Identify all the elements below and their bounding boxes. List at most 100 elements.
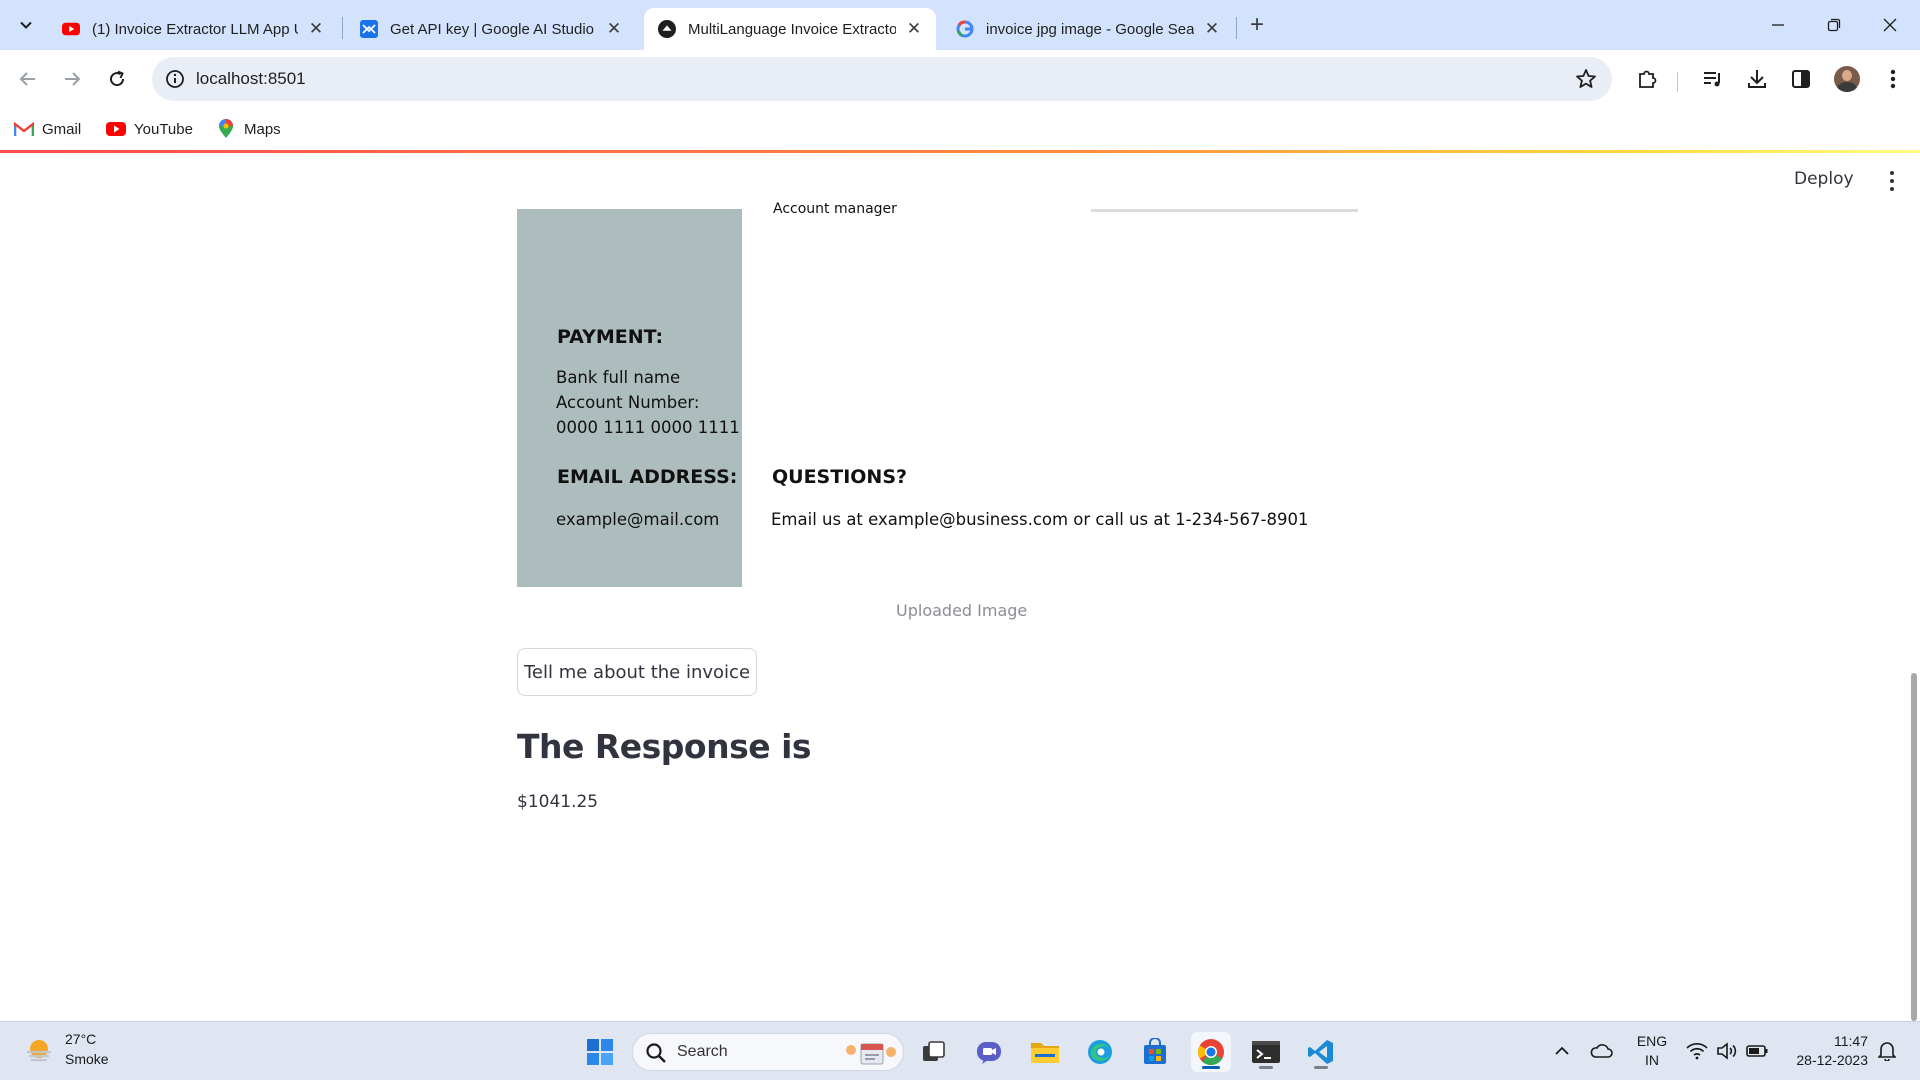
email-value: example@mail.com [556,510,720,529]
tab-title: invoice jpg image - Google Sea [986,20,1194,38]
side-panel-icon [1792,70,1810,88]
system-clock[interactable]: 11:47 28-12-2023 [1778,1032,1868,1070]
chevron-up-icon [1555,1046,1569,1055]
arrow-left-icon [19,72,35,86]
battery-button[interactable] [1744,1036,1770,1066]
weather-temperature[interactable]: 27°C [65,1031,96,1047]
wifi-icon [1686,1042,1708,1060]
chrome-menu-button[interactable] [1880,66,1906,92]
tab-ai-studio[interactable]: Get API key | Google AI Studio ✕ [346,8,636,50]
address-bar[interactable]: localhost:8501 [152,57,1612,101]
close-icon[interactable]: ✕ [904,19,924,39]
main-menu-button[interactable] [1882,169,1902,193]
back-button[interactable] [12,63,44,95]
bookmark-youtube[interactable]: YouTube [106,117,193,141]
reload-button[interactable] [101,63,133,95]
speaker-icon [1717,1042,1737,1060]
tab-title: Get API key | Google AI Studio [390,20,595,38]
tell-me-about-invoice-button[interactable]: Tell me about the invoice [517,648,757,696]
side-panel-button[interactable] [1788,66,1814,92]
uploaded-invoice-image: Account manager PAYMENT: Bank full name … [517,201,1358,587]
teams-chat-button[interactable] [969,1032,1009,1072]
start-button[interactable] [580,1032,620,1072]
close-window-button[interactable] [1876,12,1904,38]
teams-chat-icon [977,1042,1001,1064]
toolbar-divider [1677,72,1678,92]
profile-avatar[interactable] [1834,66,1860,92]
edge-icon [1088,1040,1112,1064]
input-language-indicator[interactable]: ENG IN [1636,1032,1668,1070]
page-scrollbar-thumb[interactable] [1911,673,1917,1021]
new-tab-button[interactable]: + [1244,13,1270,39]
running-indicator [1314,1066,1328,1069]
wifi-button[interactable] [1684,1036,1710,1066]
tab-google-search[interactable]: invoice jpg image - Google Sea ✕ [942,8,1234,50]
weather-description[interactable]: Smoke [65,1051,109,1067]
tab-strip: (1) Invoice Extractor LLM App U ✕ Get AP… [0,0,1920,50]
payment-line-number: 0000 1111 0000 1111 [556,418,740,437]
gmail-icon [14,119,34,139]
google-icon [956,20,974,38]
extensions-button[interactable] [1634,66,1660,92]
streamlit-icon [658,20,676,38]
puzzle-icon [1639,70,1657,88]
terminal-button[interactable] [1246,1032,1286,1072]
ai-studio-icon [360,20,378,38]
downloads-button[interactable] [1744,66,1770,92]
task-view-icon [923,1041,945,1061]
bookmark-label: Maps [244,120,281,138]
task-view-button[interactable] [914,1032,954,1072]
weather-sun-haze-icon[interactable] [24,1036,54,1066]
chrome-icon [1197,1039,1224,1066]
chrome-button[interactable] [1191,1032,1231,1072]
vscode-icon [1308,1040,1333,1064]
onedrive-button[interactable] [1588,1036,1614,1066]
taskbar-search[interactable]: Search [632,1033,904,1071]
file-explorer-button[interactable] [1025,1032,1065,1072]
tab-separator [1236,17,1237,39]
media-control-button[interactable] [1700,66,1726,92]
invoice-rule [1091,209,1358,212]
star-icon[interactable] [1574,67,1598,91]
edge-button[interactable] [1080,1032,1120,1072]
tab-title: (1) Invoice Extractor LLM App U [92,20,298,38]
streamlit-app: Deploy Account manager PAYMENT: Bank ful… [0,153,1920,1021]
response-value: $1041.25 [517,792,599,812]
region-code: IN [1645,1052,1659,1068]
vscode-button[interactable] [1301,1032,1341,1072]
more-vert-icon [1890,69,1896,89]
youtube-icon [106,119,126,139]
tab-youtube[interactable]: (1) Invoice Extractor LLM App U ✕ [48,8,338,50]
menu-dot [1890,187,1894,191]
close-icon[interactable]: ✕ [306,19,326,39]
youtube-icon [62,20,80,38]
bookmarks-bar: Gmail YouTube Maps [0,108,1920,150]
minimize-icon [1772,24,1784,26]
close-icon[interactable]: ✕ [604,19,624,39]
questions-text: Email us at example@business.com or call… [771,510,1309,529]
forward-button[interactable] [56,63,88,95]
microsoft-store-button[interactable] [1135,1032,1175,1072]
restore-button[interactable] [1820,12,1848,38]
language-code: ENG [1636,1033,1668,1049]
deploy-button[interactable]: Deploy [1794,169,1854,189]
payment-line-bank: Bank full name [556,368,681,387]
clock-time: 11:47 [1834,1033,1868,1049]
volume-button[interactable] [1714,1036,1740,1066]
url-text[interactable]: localhost:8501 [196,69,306,89]
show-hidden-icons-button[interactable] [1550,1036,1574,1066]
bookmark-maps[interactable]: Maps [216,117,281,141]
minimize-button[interactable] [1764,12,1792,38]
windows-taskbar: 27°C Smoke Search ENG IN 11:47 28-12-202… [0,1021,1920,1080]
clock-date: 28-12-2023 [1796,1052,1868,1068]
site-info-icon[interactable] [164,68,186,90]
payment-line-account: Account Number: [556,393,700,412]
browser-toolbar: localhost:8501 [0,50,1920,108]
bookmark-gmail[interactable]: Gmail [14,117,81,141]
notifications-button[interactable] [1874,1036,1900,1066]
tab-search-button[interactable] [12,11,40,39]
menu-dot [1890,179,1894,183]
tab-streamlit-active[interactable]: MultiLanguage Invoice Extracto ✕ [644,8,936,50]
close-icon[interactable]: ✕ [1202,19,1222,39]
tab-title: MultiLanguage Invoice Extracto [688,20,896,38]
